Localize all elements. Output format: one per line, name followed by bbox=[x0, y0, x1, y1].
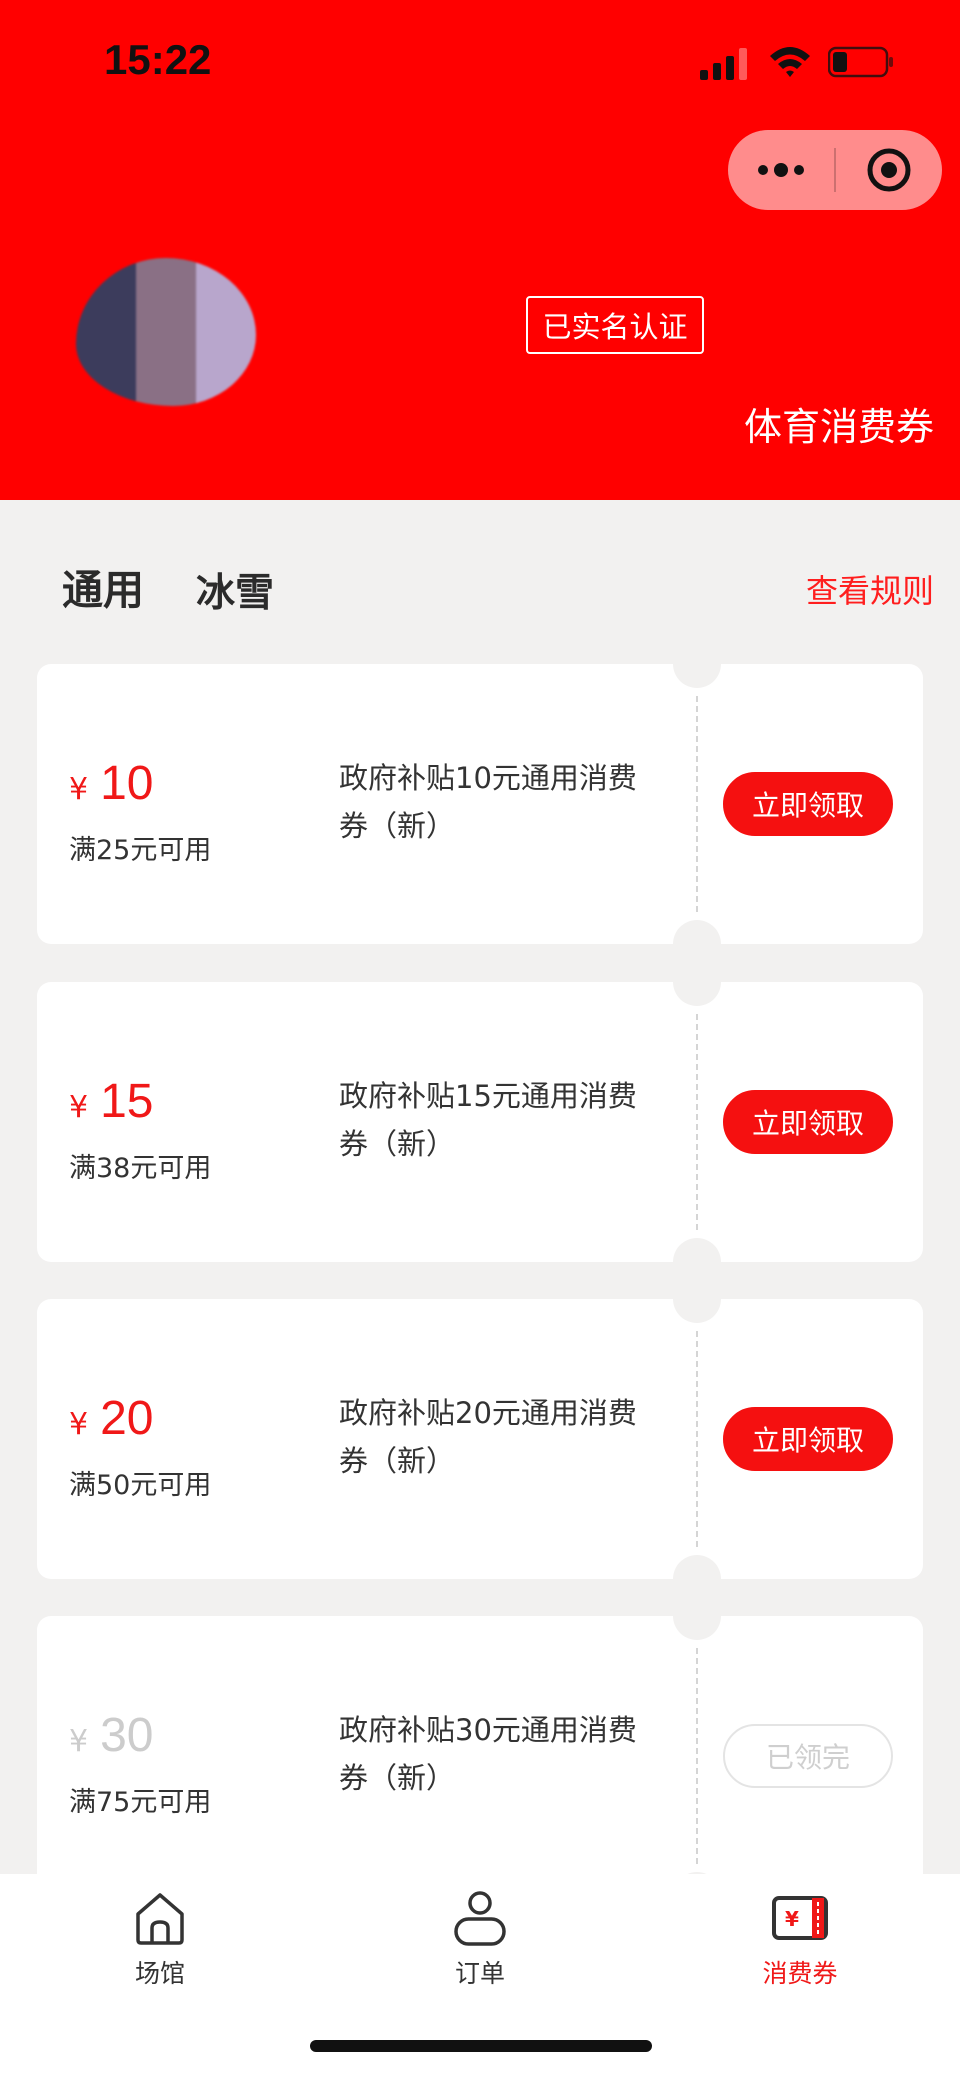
avatar bbox=[76, 258, 256, 406]
home-icon bbox=[136, 1893, 184, 1945]
ticket-notch bbox=[673, 1592, 721, 1640]
coupon-card: ¥ 20 满50元可用 政府补贴20元通用消费券（新） 立即领取 bbox=[37, 1275, 923, 1603]
sold-out-button[interactable]: 已领完 bbox=[723, 1724, 893, 1788]
coupon-description: 政府补贴30元通用消费券（新） bbox=[339, 1713, 637, 1795]
ticket-divider bbox=[696, 696, 698, 912]
currency-symbol: ¥ bbox=[69, 1090, 89, 1125]
ticket-notch bbox=[673, 958, 721, 1006]
more-menu-button[interactable] bbox=[728, 130, 834, 210]
claim-button[interactable]: 立即领取 bbox=[723, 1090, 893, 1154]
amount-value: 15 bbox=[100, 1075, 154, 1128]
coupon-icon: ¥ bbox=[772, 1896, 828, 1940]
tab-ice-snow[interactable]: 冰雪 bbox=[196, 562, 274, 618]
ticket-divider bbox=[696, 1331, 698, 1547]
nav-item-venues[interactable]: 场馆 bbox=[0, 1874, 320, 2004]
svg-text:¥: ¥ bbox=[785, 1907, 799, 1931]
coupon-amount: ¥ 10 bbox=[69, 756, 153, 811]
tab-general[interactable]: 通用 bbox=[62, 556, 144, 616]
coupon-card: ¥ 30 满75元可用 政府补贴30元通用消费券（新） 已领完 bbox=[37, 1592, 923, 1920]
home-indicator bbox=[310, 2040, 652, 2052]
battery-icon bbox=[828, 46, 893, 78]
coupon-threshold: 满25元可用 bbox=[69, 835, 212, 866]
coupon-description: 政府补贴20元通用消费券（新） bbox=[339, 1396, 637, 1478]
nav-item-coupons[interactable]: ¥ 消费券 bbox=[640, 1874, 960, 2004]
currency-symbol: ¥ bbox=[69, 772, 89, 807]
ticket-divider bbox=[696, 1648, 698, 1864]
profile-header: 15:22 已实名认证 体育消费券 bbox=[0, 0, 960, 500]
amount-value: 20 bbox=[100, 1392, 154, 1445]
view-rules-link[interactable]: 查看规则 bbox=[806, 566, 934, 612]
nav-label: 消费券 bbox=[762, 1959, 838, 1988]
ticket-divider bbox=[696, 1014, 698, 1230]
nav-item-orders[interactable]: 订单 bbox=[320, 1874, 640, 2004]
currency-symbol: ¥ bbox=[69, 1407, 89, 1442]
coupon-threshold: 满38元可用 bbox=[69, 1153, 212, 1184]
claim-button[interactable]: 立即领取 bbox=[723, 1407, 893, 1471]
close-miniprogram-button[interactable] bbox=[836, 130, 942, 210]
coupon-threshold: 满75元可用 bbox=[69, 1787, 212, 1818]
coupon-card: ¥ 10 满25元可用 政府补贴10元通用消费券（新） 立即领取 bbox=[37, 640, 923, 968]
coupon-amount: ¥ 30 bbox=[69, 1708, 153, 1763]
signal-icon bbox=[700, 48, 747, 80]
coupon-amount: ¥ 20 bbox=[69, 1391, 153, 1446]
amount-value: 30 bbox=[100, 1709, 154, 1762]
miniprogram-capsule bbox=[728, 130, 942, 210]
more-dots-icon bbox=[758, 163, 804, 177]
verified-badge: 已实名认证 bbox=[526, 296, 704, 354]
ticket-notch bbox=[673, 1275, 721, 1323]
coupon-threshold: 满50元可用 bbox=[69, 1470, 212, 1501]
ticket-notch bbox=[673, 640, 721, 688]
coupon-amount: ¥ 15 bbox=[69, 1074, 153, 1129]
claim-button[interactable]: 立即领取 bbox=[723, 772, 893, 836]
user-icon bbox=[454, 1891, 506, 1946]
page-title: 体育消费券 bbox=[743, 405, 934, 449]
target-close-icon bbox=[867, 148, 911, 192]
amount-value: 10 bbox=[100, 757, 154, 810]
wifi-icon bbox=[770, 47, 810, 77]
currency-symbol: ¥ bbox=[69, 1724, 89, 1759]
nav-label: 场馆 bbox=[134, 1959, 185, 1988]
coupon-description: 政府补贴15元通用消费券（新） bbox=[339, 1079, 637, 1161]
coupon-description: 政府补贴10元通用消费券（新） bbox=[339, 761, 637, 843]
status-time: 15:22 bbox=[104, 36, 212, 83]
coupon-card: ¥ 15 满38元可用 政府补贴15元通用消费券（新） 立即领取 bbox=[37, 958, 923, 1286]
nav-label: 订单 bbox=[454, 1959, 505, 1988]
